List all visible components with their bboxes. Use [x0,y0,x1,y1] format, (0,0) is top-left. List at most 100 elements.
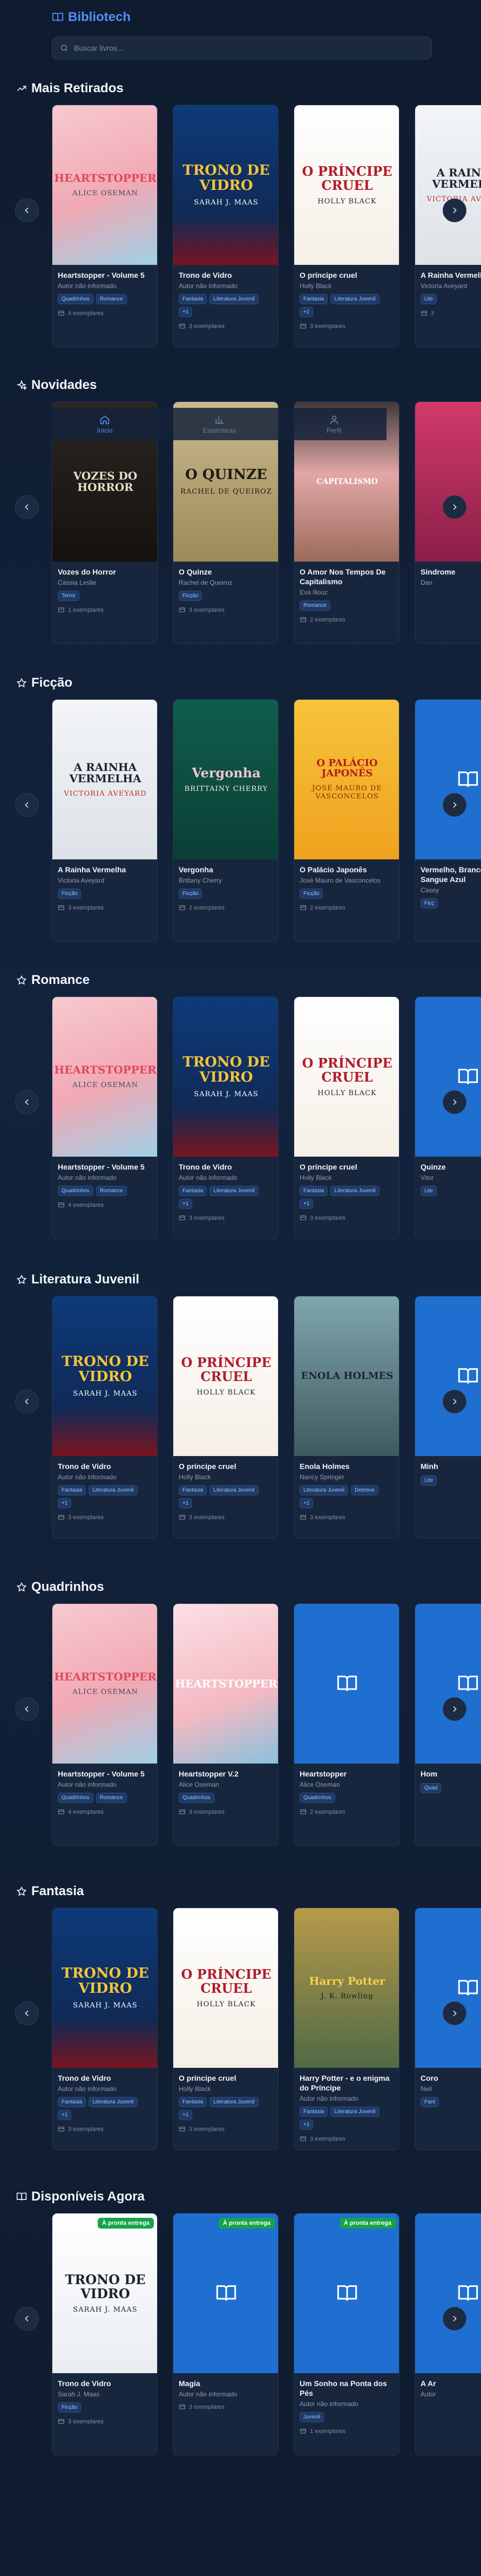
book-title[interactable]: Heartstopper - Volume 5 [58,1162,152,1172]
book-cover[interactable] [415,1604,481,1764]
book-title[interactable]: O príncipe cruel [179,1461,273,1471]
book-cover[interactable] [415,700,481,859]
book-title[interactable]: O príncipe cruel [179,2073,273,2083]
carousel-prev-button[interactable] [15,1090,39,1114]
book-cover[interactable]: TRONO DE VIDRO SARAH J. MAAS [173,105,278,265]
book-cover[interactable]: O PRÍNCIPE CRUEL HOLLY BLACK [173,1296,278,1456]
book-cover[interactable] [415,402,481,562]
book-card[interactable]: À pronta entrega Um Sonho na Ponta dos Pé… [294,2213,399,2456]
book-title[interactable]: Heartstopper [300,1769,394,1779]
book-title[interactable]: Trono de Vidro [179,270,273,280]
book-cover[interactable]: TRONO DE VIDRO SARAH J. MAAS [173,997,278,1157]
book-title[interactable]: Heartstopper - Volume 5 [58,270,152,280]
book-card[interactable]: TRONO DE VIDRO SARAH J. MAAS Trono de Vidr… [173,996,279,1239]
book-card[interactable]: Harry Potter J. K. Rowling Harry Potter - … [294,1908,399,2150]
book-cover[interactable]: O PRÍNCIPE CRUEL HOLLY BLACK [294,997,399,1157]
carousel-prev-button[interactable] [15,2307,39,2331]
book-cover[interactable]: ENOLA HOLMES [294,1296,399,1456]
carousel-prev-button[interactable] [15,1390,39,1413]
book-cover[interactable]: HEARTSTOPPER ALICE OSEMAN [52,1604,157,1764]
book-cover[interactable] [294,1604,399,1764]
book-cover[interactable]: Vergonha BRITTAINY CHERRY [173,700,278,859]
book-cover[interactable]: HEARTSTOPPER [173,1604,278,1764]
book-card[interactable]: TRONO DE VIDRO SARAH J. MAAS Trono de Vidr… [52,1908,158,2150]
book-cover[interactable]: HEARTSTOPPER ALICE OSEMAN [52,997,157,1157]
book-cover[interactable]: Harry Potter J. K. Rowling [294,1908,399,2068]
search-bar[interactable] [52,37,432,59]
book-card[interactable]: TRONO DE VIDRO SARAH J. MAAS À pronta entr… [52,2213,158,2456]
tab-inicio[interactable]: Início [97,414,112,434]
book-card[interactable]: HEARTSTOPPER ALICE OSEMAN Heartstopper - V… [52,996,158,1239]
book-cover[interactable]: À pronta entrega [294,2213,399,2373]
tab-perfil[interactable]: Perfil [327,414,341,434]
tab-estatisticas[interactable]: Estatísticas [203,414,236,434]
book-card[interactable]: TRONO DE VIDRO SARAH J. MAAS Trono de Vidr… [52,1296,158,1539]
app-logo[interactable]: Bibliotech [52,10,131,25]
book-title[interactable]: O Quinze [179,567,273,577]
book-cover[interactable]: TRONO DE VIDRO SARAH J. MAAS À pronta entr… [52,2213,157,2373]
book-card[interactable]: Quinze Vitor Lite [415,996,481,1239]
book-cover[interactable]: O PRÍNCIPE CRUEL HOLLY BLACK [173,1908,278,2068]
book-card[interactable]: ENOLA HOLMES Enola Holmes Nancy Springer Li… [294,1296,399,1539]
carousel-prev-button[interactable] [15,199,39,222]
book-card[interactable]: TRONO DE VIDRO SARAH J. MAAS Trono de Vidr… [173,105,279,347]
book-title[interactable]: Hom [421,1769,481,1779]
book-card[interactable]: O PRÍNCIPE CRUEL HOLLY BLACK O príncipe cr… [294,105,399,347]
book-card[interactable]: O PRÍNCIPE CRUEL HOLLY BLACK O príncipe cr… [294,996,399,1239]
book-title[interactable]: Vozes do Horror [58,567,152,577]
carousel-prev-button[interactable] [15,495,39,519]
book-title[interactable]: O príncipe cruel [300,270,394,280]
book-title[interactable]: Harry Potter - e o enigma do Príncipe [300,2073,394,2093]
book-card[interactable]: Vermelho, Branco e Sangue Azul Casey Ficç [415,699,481,942]
book-card[interactable]: A RAINHA VERMELHA VICTORIA AVEYARD A Rainh… [52,699,158,942]
book-title[interactable]: Um Sonho na Ponta dos Pés [300,2379,394,2398]
book-card[interactable]: Minh Lite [415,1296,481,1539]
carousel-next-button[interactable] [443,1090,466,1114]
book-card[interactable]: Heartstopper Alice Oseman Quadrinhos 2 exem… [294,1603,399,1846]
carousel-next-button[interactable] [443,1697,466,1721]
book-cover[interactable]: O PALÁCIO JAPONÊS JOSÉ MAURO DE VASCONCEL… [294,700,399,859]
book-card[interactable]: Vergonha BRITTAINY CHERRY Vergonha Brittany… [173,699,279,942]
book-card[interactable]: Sindrome Dan [415,401,481,644]
book-title[interactable]: Trono de Vidro [179,1162,273,1172]
book-title[interactable]: O Palácio Japonês [300,865,394,874]
book-card[interactable]: A Ar Autor [415,2213,481,2456]
carousel-next-button[interactable] [443,793,466,817]
book-title[interactable]: Vermelho, Branco e Sangue Azul [421,865,481,884]
book-card[interactable]: Coro Neil Fant [415,1908,481,2150]
book-card[interactable]: O PRÍNCIPE CRUEL HOLLY BLACK O príncipe cr… [173,1296,279,1539]
search-input[interactable] [74,44,398,52]
carousel-prev-button[interactable] [15,2001,39,2025]
book-title[interactable]: O Amor Nos Tempos De Capitalismo [300,567,394,586]
book-title[interactable]: Trono de Vidro [58,2379,152,2388]
book-cover[interactable]: À pronta entrega [173,2213,278,2373]
book-card[interactable]: HEARTSTOPPER ALICE OSEMAN Heartstopper - V… [52,1603,158,1846]
book-cover[interactable] [415,2213,481,2373]
book-card[interactable]: À pronta entrega Magia Autor não informado… [173,2213,279,2456]
book-card[interactable]: HEARTSTOPPER Heartstopper V.2 Alice Oseman… [173,1603,279,1846]
book-cover[interactable] [415,1908,481,2068]
book-title[interactable]: A Ar [421,2379,481,2388]
book-title[interactable]: Minh [421,1461,481,1471]
carousel-next-button[interactable] [443,1390,466,1413]
book-cover[interactable]: TRONO DE VIDRO SARAH J. MAAS [52,1296,157,1456]
book-title[interactable]: Trono de Vidro [58,2073,152,2083]
book-title[interactable]: O príncipe cruel [300,1162,394,1172]
book-cover[interactable]: A RAINHA VERMELHAVICTORIA AVEYARD [415,105,481,265]
book-cover[interactable]: A RAINHA VERMELHAVICTORIA AVEYARD [52,700,157,859]
carousel-next-button[interactable] [443,495,466,519]
carousel-next-button[interactable] [443,2307,466,2331]
book-card[interactable]: O PALÁCIO JAPONÊS JOSÉ MAURO DE VASCONCEL… [294,699,399,942]
book-title[interactable]: Heartstopper - Volume 5 [58,1769,152,1779]
book-title[interactable]: Heartstopper V.2 [179,1769,273,1779]
book-title[interactable]: Magia [179,2379,273,2388]
book-title[interactable]: Coro [421,2073,481,2083]
book-card[interactable]: O PRÍNCIPE CRUEL HOLLY BLACK O príncipe cr… [173,1908,279,2150]
book-card[interactable]: HEARTSTOPPER ALICE OSEMAN Heartstopper - V… [52,105,158,347]
book-title[interactable]: A Rainha Vermelha [58,865,152,874]
book-cover[interactable] [415,997,481,1157]
book-title[interactable]: Quinze [421,1162,481,1172]
book-title[interactable]: A Rainha Vermelha [421,270,481,280]
carousel-next-button[interactable] [443,199,466,222]
carousel-next-button[interactable] [443,2001,466,2025]
